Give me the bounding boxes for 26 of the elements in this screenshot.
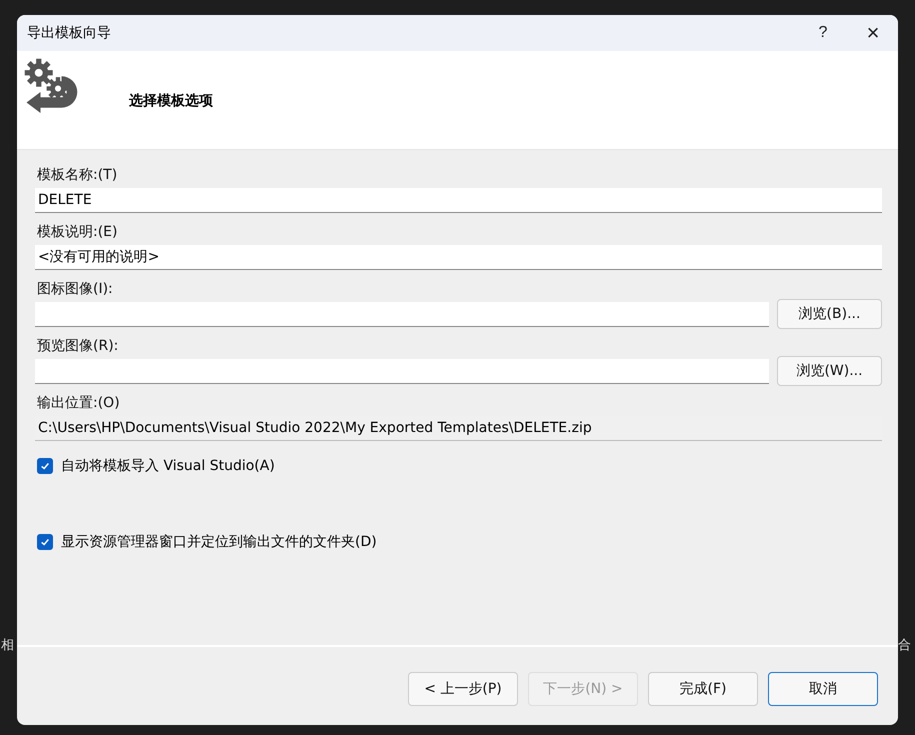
field-label: 模板名称:(T) <box>37 166 118 185</box>
file-path-field[interactable] <box>35 302 769 327</box>
field-label: 预览图像(R): <box>37 337 120 356</box>
text-field[interactable]: <没有可用的说明> <box>35 245 882 270</box>
checkmark-icon <box>40 461 50 471</box>
browse-button[interactable]: 浏览(W)... <box>777 356 882 386</box>
window-title: 导出模板向导 <box>27 24 112 42</box>
background-text: 相 <box>1 637 14 654</box>
field-label: 输出位置:(O) <box>37 394 121 413</box>
browse-button[interactable]: 浏览(B)... <box>777 299 882 329</box>
wizard-button[interactable]: 完成(F) <box>648 672 758 706</box>
background-text: 合 <box>898 637 911 654</box>
checkbox[interactable] <box>37 458 53 474</box>
close-button[interactable]: × <box>848 15 898 51</box>
page-heading: 选择模板选项 <box>129 92 213 110</box>
checkbox-label: 显示资源管理器窗口并定位到输出文件的文件夹(D) <box>61 533 377 551</box>
checkbox[interactable] <box>37 534 53 550</box>
wizard-button[interactable]: 取消 <box>768 672 878 706</box>
text-field[interactable]: DELETE <box>35 188 882 213</box>
checkmark-icon <box>40 537 50 547</box>
wizard-button[interactable]: < 上一步(P) <box>408 672 518 706</box>
file-path-field[interactable] <box>35 359 769 384</box>
field-label: 模板说明:(E) <box>37 223 118 242</box>
checkbox-label: 自动将模板导入 Visual Studio(A) <box>61 457 275 475</box>
field-label: 图标图像(I): <box>37 280 114 299</box>
help-button[interactable]: ? <box>798 15 848 51</box>
